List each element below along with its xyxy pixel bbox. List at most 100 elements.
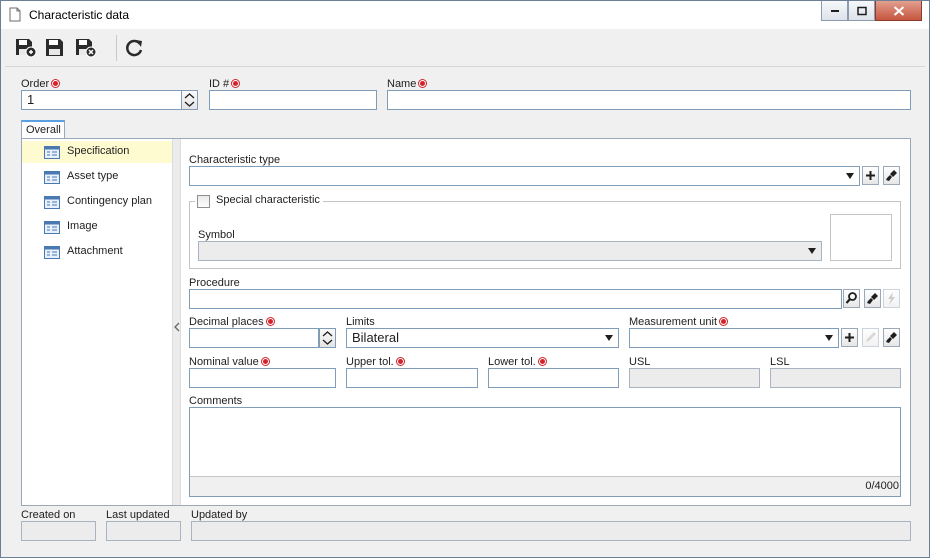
decimal-places-input[interactable] [189,328,319,348]
required-icon [231,79,241,88]
special-characteristic-checkbox[interactable] [197,195,210,208]
sidebar-item-asset-type[interactable]: Asset type [22,166,172,188]
add-measurement-unit-button[interactable] [841,328,858,347]
execute-procedure-button[interactable] [883,289,900,308]
title-bar: Characteristic data [1,1,929,29]
add-characteristic-type-button[interactable] [862,166,879,185]
created-on-field [21,521,96,541]
measurement-unit-label: Measurement unit [629,316,729,328]
special-characteristic-label: Special characteristic [216,194,320,206]
measurement-unit-select[interactable] [629,328,839,348]
spin-up-icon[interactable] [184,92,195,100]
save-and-new-button[interactable] [13,35,39,61]
usl-label: USL [629,356,651,368]
usl-input [629,368,760,388]
toolbar-separator [116,35,117,61]
search-procedure-button[interactable] [843,289,860,308]
chevron-down-icon [808,248,816,254]
characteristic-type-select[interactable] [189,166,860,186]
sidebar-item-label: Image [67,220,98,232]
required-icon [260,357,270,366]
window-title: Characteristic data [29,8,130,22]
required-icon [265,317,275,326]
limits-select[interactable]: Bilateral [346,328,619,348]
sidebar-item-attachment[interactable]: Attachment [22,241,172,263]
sidebar-item-label: Contingency plan [67,195,153,207]
comments-label: Comments [189,395,243,407]
lsl-input [770,368,901,388]
required-icon [719,317,729,326]
decimal-places-label: Decimal places [189,316,275,328]
id-input[interactable] [209,90,377,110]
characteristic-data-window: Characteristic data Order 1 ID # Name Ov… [0,0,930,558]
limits-label: Limits [346,316,375,328]
comments-textarea[interactable]: 0/4000 [189,407,901,497]
required-icon [418,79,428,88]
lower-tol-label: Lower tol. [488,356,547,368]
upper-tol-input[interactable] [346,368,478,388]
order-label: Order [21,78,61,90]
nominal-value-label: Nominal value [189,356,270,368]
edit-measurement-unit-button[interactable] [862,328,879,347]
chevron-down-icon [825,335,833,341]
name-input[interactable] [387,90,911,110]
form-icon [44,196,60,212]
lower-tol-input[interactable] [488,368,619,388]
lsl-label: LSL [770,356,790,368]
clear-procedure-button[interactable] [864,289,881,308]
order-spinner[interactable] [181,90,198,110]
required-icon [51,79,61,88]
sidebar-item-contingency-plan[interactable]: Contingency plan [22,191,172,213]
spin-up-icon[interactable] [322,330,333,338]
last-updated-field [106,521,181,541]
spin-down-icon[interactable] [322,338,333,346]
comments-count-bar: 0/4000 [190,476,900,496]
clear-measurement-unit-button[interactable] [883,328,900,347]
symbol-preview [830,214,892,261]
characteristic-type-label: Characteristic type [189,154,281,166]
minimize-button[interactable] [821,1,848,21]
panel-splitter[interactable] [172,139,181,505]
chevron-down-icon [846,173,854,179]
refresh-button[interactable] [122,35,148,61]
comments-char-count: 0/4000 [865,480,899,492]
sidebar-item-label: Specification [67,145,130,157]
created-on-label: Created on [21,509,76,521]
document-icon [9,7,21,25]
chevron-left-icon[interactable] [174,321,180,335]
save-and-close-button[interactable] [73,35,99,61]
form-icon [44,221,60,237]
upper-tol-label: Upper tol. [346,356,405,368]
save-button[interactable] [43,35,69,61]
name-label: Name [387,78,428,90]
sidebar: Specification Asset type Contingency pla… [22,139,172,505]
nominal-value-input[interactable] [189,368,336,388]
required-icon [537,357,547,366]
clear-characteristic-type-button[interactable] [883,166,900,185]
sidebar-item-specification[interactable]: Specification [22,141,172,163]
sidebar-item-label: Attachment [67,245,123,257]
required-icon [395,357,405,366]
toolbar [5,29,925,67]
sidebar-item-image[interactable]: Image [22,216,172,238]
form-icon [44,246,60,262]
symbol-label: Symbol [198,229,235,241]
procedure-label: Procedure [189,277,240,289]
tab-overall[interactable]: Overall [21,120,65,139]
chevron-down-icon [605,335,613,341]
order-input[interactable]: 1 [21,90,182,110]
decimal-places-spinner[interactable] [319,328,336,348]
last-updated-label: Last updated [106,509,170,521]
form-icon [44,146,60,162]
special-characteristic-legend: Special characteristic [195,194,323,208]
maximize-button[interactable] [848,1,875,21]
close-button[interactable] [875,1,922,21]
updated-by-label: Updated by [191,509,248,521]
procedure-input[interactable] [189,289,842,309]
form-icon [44,171,60,187]
id-label: ID # [209,78,241,90]
spin-down-icon[interactable] [184,100,195,108]
symbol-select[interactable] [198,241,822,261]
sidebar-item-label: Asset type [67,170,119,182]
updated-by-field [191,521,911,541]
